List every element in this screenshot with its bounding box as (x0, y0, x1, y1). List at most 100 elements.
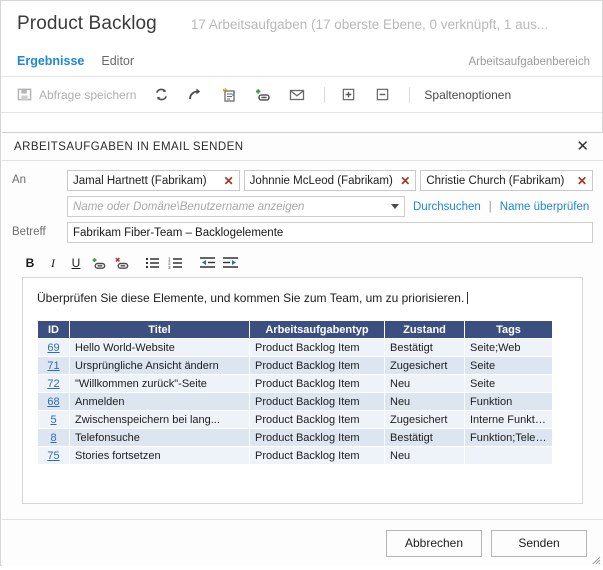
work-item-id-link[interactable]: 69 (47, 342, 59, 354)
cell-id[interactable]: 5 (37, 410, 70, 429)
cell-tags: Seite;Web (464, 338, 553, 357)
cell-title: Zwischenspeichern bei lang... (69, 410, 250, 429)
cell-state: Zugesichert (384, 410, 465, 429)
cell-state: Zugesichert (384, 356, 465, 375)
column-options-button[interactable]: Spaltenoptionen (424, 88, 511, 102)
picker-spacer (12, 196, 67, 200)
browse-link[interactable]: Durchsuchen (413, 201, 481, 213)
cell-state: Neu (384, 446, 465, 465)
cell-type: Product Backlog Item (249, 428, 385, 447)
cell-id[interactable]: 68 (37, 392, 70, 411)
cell-id[interactable]: 8 (37, 428, 70, 447)
recipient-name: Christie Church (Fabrikam) (426, 174, 565, 187)
resize-grip[interactable] (589, 552, 601, 565)
recipient-chip[interactable]: Jamal Hartnett (Fabrikam) ✕ (67, 170, 240, 191)
table-row: 69 Hello World-Website Product Backlog I… (37, 338, 553, 357)
indent-icon[interactable] (220, 254, 240, 272)
link-separator: | (488, 200, 492, 213)
email-button[interactable] (288, 86, 306, 104)
email-icon (288, 86, 306, 104)
expand-all-button[interactable] (339, 86, 357, 104)
subject-input[interactable]: Fabrikam Fiber-Team – Backlogelemente (67, 222, 593, 243)
numbered-list-icon[interactable]: 123 (166, 254, 186, 272)
revert-button[interactable] (186, 86, 204, 104)
page-title: Product Backlog (17, 13, 157, 34)
cancel-button[interactable]: Abbrechen (386, 529, 482, 557)
remove-recipient-icon[interactable]: ✕ (224, 175, 234, 187)
bold-icon[interactable]: B (20, 254, 40, 272)
column-header-type: Arbeitsaufgabentyp (249, 320, 385, 339)
column-header-tags: Tags (464, 320, 553, 339)
table-row: 71 Ursprüngliche Ansicht ändern Product … (37, 356, 553, 375)
svg-text:3: 3 (168, 265, 171, 270)
refresh-button[interactable] (152, 86, 170, 104)
cell-tags: Funktion;Telefon (464, 428, 553, 447)
cell-tags: Interne Funktion (464, 410, 553, 429)
toolbar-separator-2 (409, 86, 411, 103)
tab-bar: Ergebnisse Editor Arbeitsaufgabenbereich (1, 47, 602, 77)
work-item-id-link[interactable]: 5 (50, 414, 56, 426)
collapse-all-button[interactable] (373, 86, 391, 104)
cell-type: Product Backlog Item (249, 392, 385, 411)
recipient-chip[interactable]: Johnnie McLeod (Fabrikam) ✕ (243, 170, 417, 191)
message-body[interactable]: Überprüfen Sie diese Elemente, und komme… (22, 277, 583, 504)
check-name-link[interactable]: Name überprüfen (500, 201, 590, 213)
command-toolbar: Abfrage speichern Spaltenoptionen (1, 77, 602, 113)
remove-recipient-icon[interactable]: ✕ (400, 175, 410, 187)
to-label: An (12, 174, 27, 186)
cell-id[interactable]: 72 (37, 374, 70, 393)
cell-state: Neu (384, 374, 465, 393)
collapse-all-icon (373, 86, 391, 104)
insert-link-icon[interactable] (89, 254, 109, 272)
work-item-id-link[interactable]: 75 (47, 450, 59, 462)
cell-type: Product Backlog Item (249, 338, 385, 357)
column-options-label: Spaltenoptionen (424, 87, 512, 102)
new-work-item-button[interactable] (220, 86, 238, 104)
work-item-area-label: Arbeitsaufgabenbereich (468, 55, 590, 68)
recipient-picker[interactable]: Name oder Domäne\Benutzername anzeigen (67, 196, 405, 217)
page-header: Product Backlog 17 Arbeitsaufgaben (17 o… (1, 1, 602, 47)
message-text-line: Überprüfen Sie diese Elemente, und komme… (37, 291, 568, 305)
cell-title: Ursprüngliche Ansicht ändern (69, 356, 250, 375)
work-item-query-window: Product Backlog 17 Arbeitsaufgaben (17 o… (0, 0, 603, 566)
remove-link-icon[interactable] (112, 254, 132, 272)
tab-ergebnisse[interactable]: Ergebnisse (17, 54, 84, 70)
cell-title: "Willkommen zurück"-Seite (69, 374, 250, 393)
format-toolbar: B I U 123 (12, 248, 593, 277)
work-item-id-link[interactable]: 72 (47, 378, 59, 390)
new-work-item-icon (220, 86, 238, 104)
italic-icon[interactable]: I (43, 254, 63, 272)
cell-id[interactable]: 69 (37, 338, 70, 357)
send-button[interactable]: Senden (491, 529, 587, 557)
revert-icon (186, 86, 204, 104)
cell-tags: Seite (464, 374, 553, 393)
toolbar-separator-1 (324, 86, 326, 103)
chevron-down-icon[interactable] (391, 204, 399, 209)
cell-type: Product Backlog Item (249, 374, 385, 393)
cell-tags: Seite (464, 356, 553, 375)
work-item-table: ID Titel Arbeitsaufgabentyp Zustand Tags… (37, 320, 553, 465)
cell-title: Telefonsuche (69, 428, 250, 447)
column-header-id: ID (37, 320, 70, 339)
save-query-button[interactable]: Abfrage speichern (15, 86, 136, 104)
expand-all-icon (339, 86, 357, 104)
bulleted-list-icon[interactable] (143, 254, 163, 272)
tab-editor[interactable]: Editor (101, 54, 134, 70)
close-icon[interactable]: ✕ (572, 137, 593, 156)
dialog-title-bar: ARBEITSAUFGABEN IN EMAIL SENDEN ✕ (2, 133, 603, 161)
column-header-title: Titel (69, 320, 250, 339)
cell-type: Product Backlog Item (249, 446, 385, 465)
remove-recipient-icon[interactable]: ✕ (577, 175, 587, 187)
cell-id[interactable]: 75 (37, 446, 70, 465)
outdent-icon[interactable] (197, 254, 217, 272)
link-work-item-button[interactable] (254, 86, 272, 104)
cell-id[interactable]: 71 (37, 356, 70, 375)
work-item-id-link[interactable]: 68 (47, 396, 59, 408)
to-row: An Jamal Hartnett (Fabrikam) ✕ Johnnie M… (12, 170, 594, 191)
underline-icon[interactable]: U (66, 254, 86, 272)
cell-type: Product Backlog Item (249, 356, 385, 375)
work-item-id-link[interactable]: 8 (50, 432, 56, 444)
work-item-id-link[interactable]: 71 (47, 360, 59, 372)
recipient-chip[interactable]: Christie Church (Fabrikam) ✕ (420, 170, 594, 191)
work-item-count-text: 17 Arbeitsaufgaben (17 oberste Ebene, 0 … (190, 16, 549, 32)
